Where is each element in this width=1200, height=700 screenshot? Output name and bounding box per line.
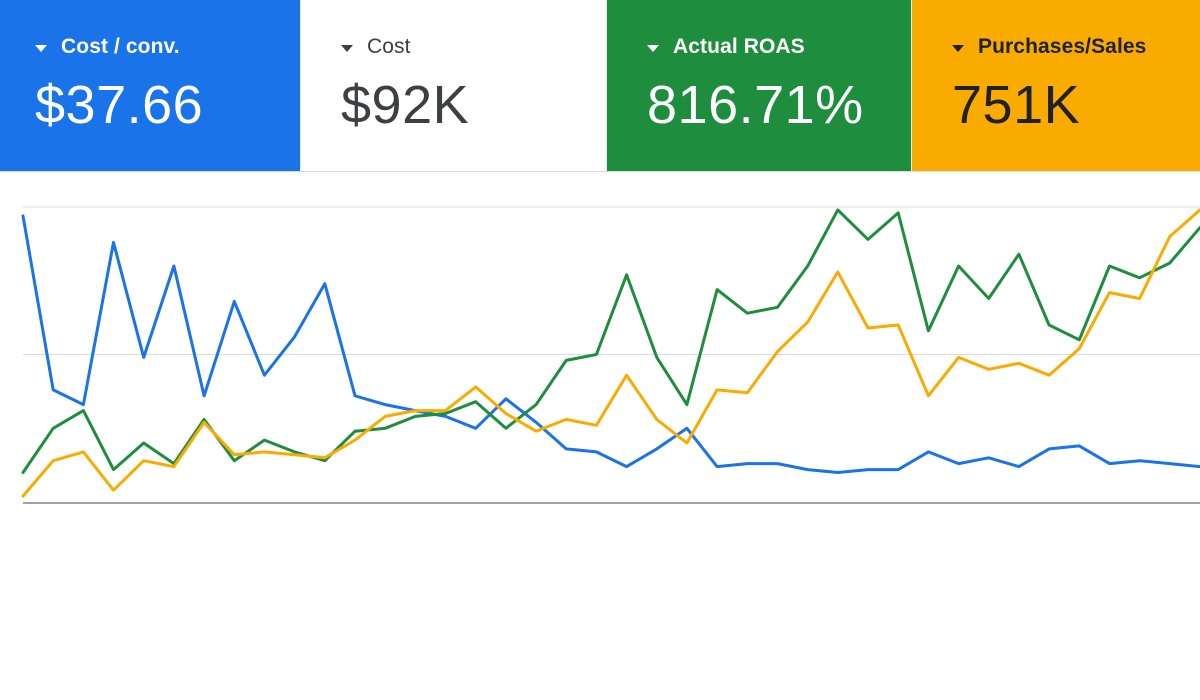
metric-label: Actual ROAS [673,35,805,58]
metric-value: 816.71% [647,75,864,135]
metric-label-row[interactable]: Cost [341,34,606,60]
metric-card-purchases-sales[interactable]: Purchases/Sales 751K [911,0,1200,171]
metric-label: Cost [367,35,411,58]
chart-series-lines [21,208,1200,498]
series-line-purchases-sales [21,208,1200,498]
caret-down-icon[interactable] [952,44,964,52]
metric-label-row[interactable]: Cost / conv. [35,34,300,60]
metric-value: 751K [952,75,1081,135]
metric-label: Purchases/Sales [978,35,1147,58]
metric-card-cost-per-conv[interactable]: Cost / conv. $37.66 [0,0,300,171]
caret-down-icon[interactable] [35,44,47,52]
caret-down-icon[interactable] [647,44,659,52]
performance-chart [0,172,1200,700]
line-chart-svg [21,206,1200,504]
metric-value: $37.66 [35,75,204,135]
caret-down-icon[interactable] [341,44,353,52]
metric-cards: Cost / conv. $37.66 Cost $92K Actual ROA… [0,0,1200,172]
series-line-cost-conv [21,214,1200,474]
metric-card-cost[interactable]: Cost $92K [300,0,606,171]
series-line-actual-roas [21,208,1200,474]
metric-value: $92K [341,75,470,135]
metric-label: Cost / conv. [61,35,180,58]
metric-label-row[interactable]: Purchases/Sales [952,34,1200,60]
metric-label-row[interactable]: Actual ROAS [647,34,911,60]
metric-card-actual-roas[interactable]: Actual ROAS 816.71% [606,0,911,171]
